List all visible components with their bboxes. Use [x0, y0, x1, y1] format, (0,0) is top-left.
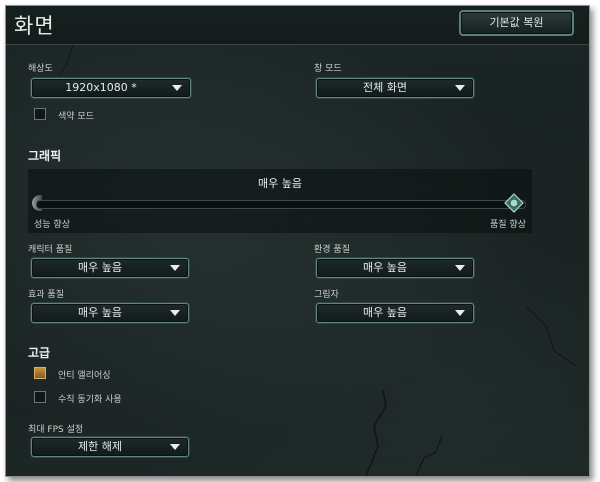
window-mode-label: 창 모드 — [314, 64, 342, 74]
shadows-value: 매우 높음 — [363, 306, 407, 319]
chevron-down-icon — [455, 85, 465, 91]
chevron-down-icon — [455, 265, 465, 271]
antialiasing-label: 안티 앨리어싱 — [58, 371, 111, 381]
effects-quality-dropdown[interactable]: 매우 높음 — [31, 303, 189, 323]
character-quality-label: 캐릭터 품질 — [28, 245, 73, 255]
slider-max-label: 품질 향상 — [490, 220, 526, 230]
chevron-down-icon — [170, 444, 180, 450]
shadows-dropdown[interactable]: 매우 높음 — [316, 303, 474, 323]
window-mode-dropdown[interactable]: 전체 화면 — [316, 78, 474, 98]
fps-cap-value: 제한 해제 — [78, 440, 122, 453]
reset-defaults-button[interactable]: 기본값 복원 — [459, 10, 574, 36]
vsync-label: 수직 동기화 사용 — [58, 395, 122, 405]
slider-min-label: 성능 향상 — [34, 220, 70, 230]
graphics-quality-slider-track[interactable] — [36, 200, 526, 209]
header-bar: 화면 기본값 복원 — [6, 6, 589, 45]
fps-cap-label: 최대 FPS 설정 — [28, 425, 84, 435]
colorblind-label: 색약 모드 — [58, 112, 94, 122]
resolution-dropdown[interactable]: 1920x1080 * — [31, 78, 191, 98]
window-mode-value: 전체 화면 — [363, 81, 407, 94]
background-texture — [45, 35, 577, 476]
environment-quality-label: 환경 품질 — [314, 245, 350, 255]
slider-thumb-icon[interactable] — [504, 193, 524, 213]
effects-quality-label: 효과 품질 — [28, 290, 64, 300]
colorblind-checkbox[interactable] — [34, 108, 46, 120]
page-title: 화면 — [14, 14, 55, 38]
vsync-checkbox[interactable] — [34, 391, 46, 403]
shadows-label: 그림자 — [314, 290, 339, 300]
graphics-section-title: 그래픽 — [28, 149, 62, 163]
chevron-down-icon — [455, 310, 465, 316]
settings-window: 화면 기본값 복원 해상도 1920x1080 * 창 모드 전체 화면 색약 … — [5, 5, 590, 477]
advanced-section-title: 고급 — [28, 346, 51, 360]
environment-quality-value: 매우 높음 — [363, 261, 407, 274]
character-quality-value: 매우 높음 — [78, 261, 122, 274]
effects-quality-value: 매우 높음 — [78, 306, 122, 319]
character-quality-dropdown[interactable]: 매우 높음 — [31, 258, 189, 278]
graphics-quality-value: 매우 높음 — [258, 177, 302, 190]
antialiasing-checkbox[interactable] — [34, 367, 46, 379]
environment-quality-dropdown[interactable]: 매우 높음 — [316, 258, 474, 278]
chevron-down-icon — [170, 265, 180, 271]
graphics-quality-slider-panel: 매우 높음 성능 향상 품질 향상 — [28, 169, 532, 233]
fps-cap-dropdown[interactable]: 제한 해제 — [31, 437, 189, 457]
chevron-down-icon — [170, 310, 180, 316]
resolution-value: 1920x1080 * — [65, 81, 137, 94]
chevron-down-icon — [172, 85, 182, 91]
resolution-label: 해상도 — [28, 64, 53, 74]
